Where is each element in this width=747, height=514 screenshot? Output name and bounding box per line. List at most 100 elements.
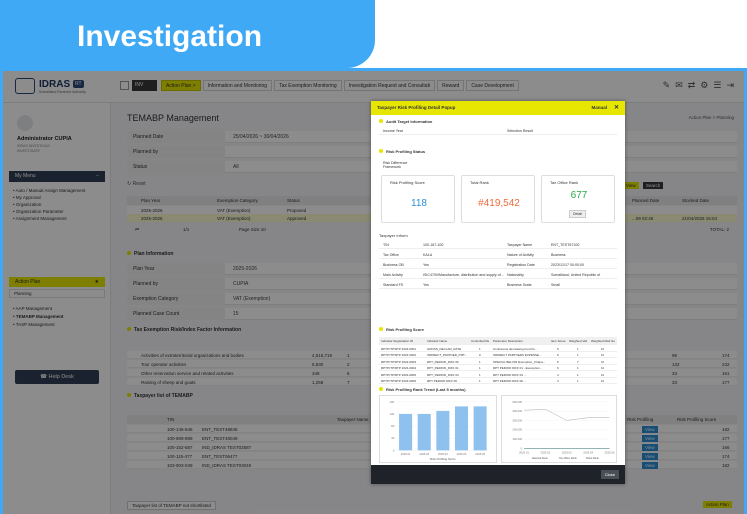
field-label: Standard FS [383,283,404,287]
field-value: ISIC4700/Manufacture, distribution and s… [423,273,504,277]
cell: SPECIAL BELOW Exemption_Chapa... [493,359,546,364]
column-header: Weighted Risk Score [591,338,615,343]
field-label: Business Scale [507,283,532,287]
y-tick-label: 0 [521,446,523,450]
cell: 1 [577,353,579,357]
cell: 0 [479,353,481,357]
cell: 10 [601,366,605,370]
y-tick-label: 200,000 [512,428,522,432]
x-tick-label: 2025.02 [541,450,551,454]
cell: 1 [479,366,481,370]
cell: 7 [577,359,579,364]
cell: 1 [479,359,481,364]
section-label: Audit Target Information [386,119,433,124]
card-value: #419,542 [478,198,520,209]
legend-label: Rank Rank [586,457,599,460]
field-value: KALA [423,253,433,257]
field-label: Income Year [383,129,403,133]
cell: RPTP.ITP/RTP 2023-0002 [381,353,417,357]
field-value: Business [551,253,566,257]
field-value: 100-167-100 [423,243,444,247]
section-label: Risk Profiling Rank Trend (Last 5 months… [386,387,466,392]
taxpayer-info-title[interactable]: Taxpayer Inform [379,233,408,238]
cell: RPT_PERIOD_DIFF 03 [427,372,459,377]
field-label: Tax Office [383,253,399,257]
modal-footer: Close [371,465,625,484]
rank-trend-title: Risk Profiling Rank Trend (Last 5 months… [379,387,466,392]
risk-score-table: Indicator Registration ID Indicator Name… [379,337,617,384]
cell: 1 [479,372,481,377]
table-row[interactable]: RPTP.ITP/RTP 2023-0006 RPT PERIOD DIFF 06… [379,378,617,384]
field-label: Registration Date [507,263,535,267]
cell: RPT PERIOD DIFF 03 ... [493,372,527,377]
cell: 1 [577,379,579,383]
card-value: 118 [411,198,427,209]
y-tick-label: 80 [391,424,395,428]
bar [436,410,450,451]
cell: INDIRECT PARTNERS EXPENSE... [493,353,542,357]
cell: 6 [557,359,559,364]
detail-button[interactable]: Detail [569,210,586,218]
column-header: Parameter Description [493,338,523,343]
y-tick-label: 40 [391,436,395,440]
field-value: Yes [423,283,429,287]
close-icon[interactable]: ✕ [614,104,619,111]
info-row: TIN 100-167-100 Taxpayer Name ENT_TEST67100 [379,241,617,249]
cell: 4 [557,372,559,377]
cell: 1 [577,366,579,370]
cell: 10 [601,372,605,377]
cell: 10 [601,353,605,357]
field-label: Nature of Activity [507,253,534,257]
cell: 6 [557,353,559,357]
x-tick-label: 2025.01 [519,450,529,454]
field-value: 2023/12/17 00:00:00 [551,263,584,267]
column-header: Weighted Value [569,338,587,343]
field-value: Small [551,283,560,287]
field-value: Yes [423,263,429,267]
legend-label: Risk Profiling Score [430,457,456,461]
modal-header: Taxpayer Risk Profiling Detail Popup Man… [371,101,625,115]
field-label: Nationality [507,273,524,277]
audit-row: Income Year Selection Result [379,127,617,135]
field-label: Selection Result [507,129,533,133]
risk-score-title: Risk Profiling Score [379,327,424,332]
x-tick-label: 2025.01 [401,452,411,456]
manual-button[interactable]: Manual [591,105,607,110]
cell: INDIRECT_PARTNER_PMT... [427,353,468,357]
cell: RPTP.ITP/RTP 2023-0006 [381,379,417,383]
cell: 1 [479,346,481,351]
cell: RPTP.ITP/RTP 2023-0004 [381,366,417,370]
audit-target-title: Audit Target Information [379,119,432,124]
banner-title: Investigation [77,20,263,53]
cell: 6 [557,346,559,351]
info-row: Main Activity ISIC4700/Manufacture, distr… [379,271,617,279]
section-label: Risk Profiling Status [386,149,426,154]
bar [399,413,413,451]
office-rank-card: Tax Office Rank 677 Detail [541,175,615,223]
y-tick-label: 100,000 [512,437,522,441]
legend-label: Tax Office Rank [559,457,577,460]
card-title: Risk Profiling Score [390,180,425,185]
cell: 1 [577,372,579,377]
column-header: Controlled Response [471,338,489,343]
y-tick-label: 120 [389,412,394,416]
info-row: Business OB Yes Registration Date 2023/12/1… [379,261,617,269]
x-tick-label: 2025.05 [475,452,485,456]
cell: Continuous decreasing trend fo... [493,346,538,351]
cell: 1 [479,379,481,383]
risk-profiling-modal: Taxpayer Risk Profiling Detail Popup Man… [371,101,625,484]
x-tick-label: 2025.02 [419,452,429,456]
column-header: Item Score [551,338,566,343]
table-header-row: Indicator Registration ID Indicator Name… [379,337,617,345]
field-value: Somaliland, United Republic of [551,273,601,277]
y-tick-label: 300,000 [512,418,522,422]
header-banner: Investigation [0,0,375,68]
cell: RPTP.ITP/RTP 2023-0001 [381,346,417,351]
app-window: IDRAS RT Somaliland Revenue Authority IN… [3,71,744,514]
close-button[interactable]: Close [600,470,619,479]
info-row: Standard FS Yes Business Scale Small [379,281,617,289]
cell: 4 [557,379,559,383]
rank-line-chart: 0 100,000 200,000 300,000 400,000 500,000 Nati… [501,395,617,463]
risk-score-card: Risk Profiling Score 118 [381,175,455,223]
field-value: ENT_TEST67100 [551,243,580,247]
